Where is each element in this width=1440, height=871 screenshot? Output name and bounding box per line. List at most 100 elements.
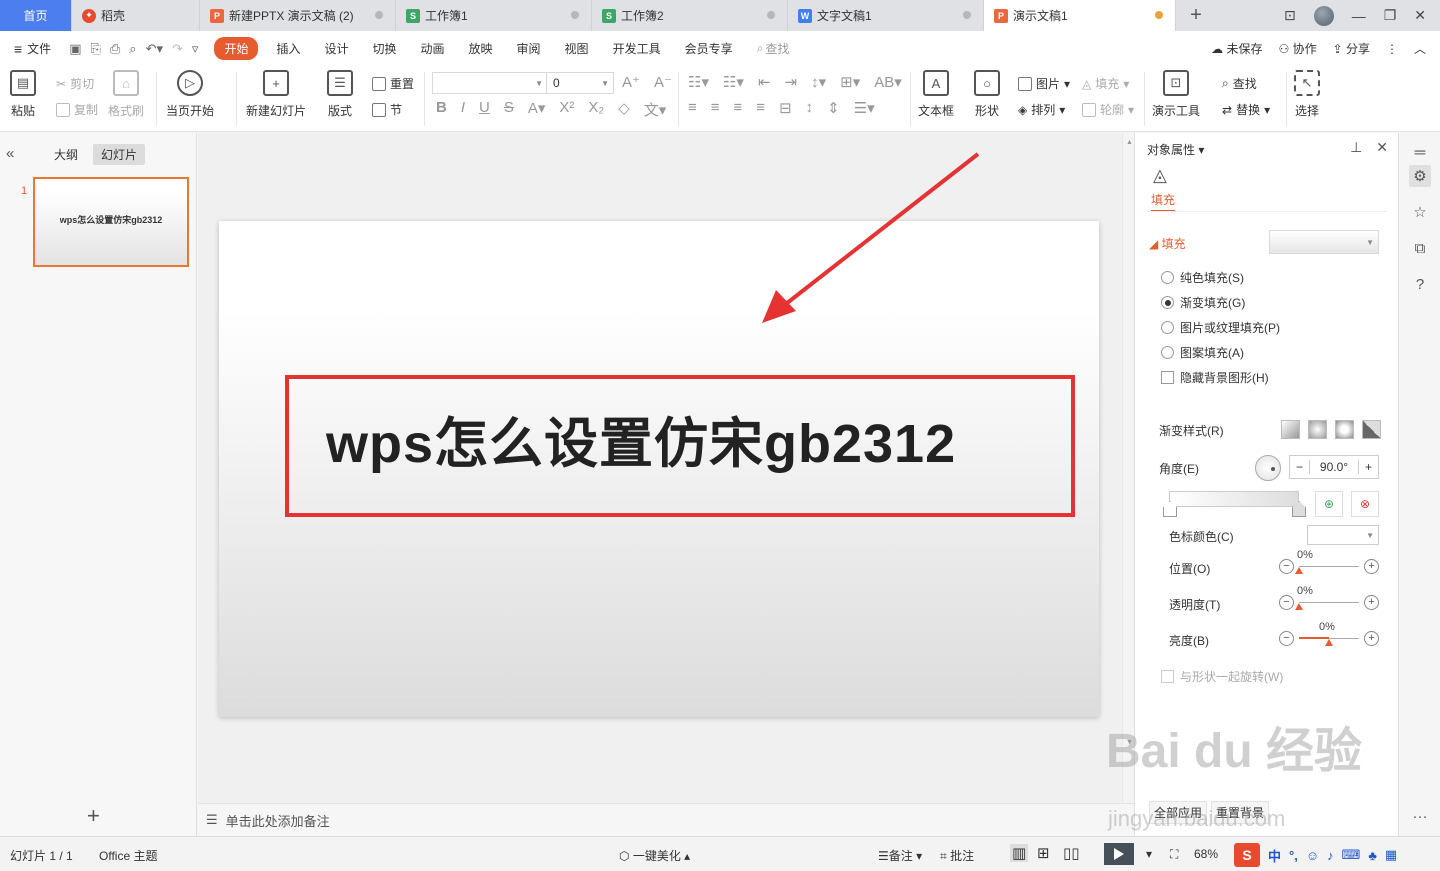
line-spacing-icon[interactable]: ↕ — [806, 99, 814, 117]
menu-review[interactable]: 审阅 — [517, 40, 541, 57]
fit-window-icon[interactable]: ⛶ — [1170, 847, 1178, 862]
radio-pattern-fill[interactable]: 图案填充(A) — [1161, 344, 1244, 361]
arrange-button[interactable]: ◈ 排列 ▾ — [1018, 101, 1065, 118]
tab-slides[interactable]: 幻灯片 — [93, 144, 146, 165]
clear-format-icon[interactable]: ◇ — [618, 99, 630, 120]
menu-member[interactable]: 会员专享 — [685, 40, 733, 57]
menu-start[interactable]: 开始 — [214, 37, 259, 60]
angle-stepper[interactable]: − 90.0° + — [1289, 455, 1379, 479]
phonetic-icon[interactable]: 文▾ — [644, 99, 667, 120]
skin-icon[interactable]: ♣ — [1368, 848, 1377, 863]
beautify-button[interactable]: ⬡ 一键美化 ▴ — [619, 847, 690, 864]
add-slide-button[interactable]: + — [87, 803, 100, 829]
undo-icon[interactable]: ↶▾ — [146, 41, 163, 57]
restore-icon[interactable]: ❐ — [1384, 7, 1397, 24]
collapse-sidebar-icon[interactable]: ═ — [1409, 141, 1431, 163]
outline-button[interactable]: 轮廓 ▾ — [1082, 101, 1134, 118]
more-icon[interactable]: ··· — [1409, 805, 1431, 827]
zoom-level[interactable]: 68% — [1194, 847, 1218, 861]
slide-thumbnail[interactable]: wps怎么设置仿宋gb2312 — [33, 177, 189, 267]
new-tab-button[interactable]: + — [1176, 0, 1216, 31]
plus-icon[interactable]: + — [1364, 595, 1379, 610]
align-text-icon[interactable]: ⊞▾ — [840, 73, 860, 91]
fill-button[interactable]: ◬ 填充 ▾ — [1082, 75, 1129, 92]
remove-stop-button[interactable]: ⊗ — [1351, 491, 1379, 517]
plus-icon[interactable]: + — [1364, 559, 1379, 574]
align-center-icon[interactable]: ≡ — [711, 99, 720, 117]
menu-insert[interactable]: 插入 — [276, 40, 300, 57]
menu-view[interactable]: 视图 — [565, 40, 589, 57]
shape-button[interactable]: ○ 形状 — [974, 66, 1000, 119]
paragraph-spacing-icon[interactable]: ⇕ — [827, 99, 840, 117]
align-right-icon[interactable]: ≡ — [734, 99, 743, 117]
paint-bucket-icon[interactable]: ◬ — [1153, 165, 1167, 186]
canvas-scrollbar[interactable]: ▲ ▼ — [1122, 133, 1134, 803]
normal-view-icon[interactable]: ▥ — [1010, 844, 1029, 862]
close-dot-icon[interactable] — [375, 11, 383, 19]
new-slide-button[interactable]: + 新建幻灯片 — [246, 66, 306, 119]
fill-section-header[interactable]: ◢ 填充 — [1149, 235, 1186, 252]
menu-transition[interactable]: 切换 — [372, 40, 396, 57]
superscript-icon[interactable]: X² — [559, 99, 574, 120]
menu-design[interactable]: 设计 — [324, 40, 348, 57]
picture-button[interactable]: 图片 ▾ — [1018, 75, 1070, 92]
text-direction-icon[interactable]: ↕▾ — [811, 73, 826, 91]
print-icon[interactable]: ⎙ — [110, 41, 120, 57]
transition-icon[interactable]: ⧉ — [1409, 237, 1431, 259]
minimize-icon[interactable]: — — [1352, 8, 1366, 24]
more-icon[interactable]: ⋮ — [1386, 42, 1398, 56]
punctuation-icon[interactable]: °, — [1289, 848, 1298, 863]
microphone-icon[interactable]: ♪ — [1327, 848, 1334, 863]
close-icon[interactable]: ✕ — [1376, 139, 1388, 156]
sorter-view-icon[interactable]: ⊞ — [1037, 844, 1050, 862]
font-size-select[interactable]: 0 ▼ — [546, 72, 614, 94]
minus-icon[interactable]: − — [1290, 460, 1310, 474]
scroll-up-icon[interactable]: ▲ — [1126, 139, 1133, 146]
menu-slideshow[interactable]: 放映 — [469, 40, 493, 57]
emoji-icon[interactable]: ☺ — [1306, 848, 1319, 863]
number-list-icon[interactable]: ☷▾ — [723, 73, 744, 91]
subscript-icon[interactable]: X₂ — [588, 99, 604, 120]
close-icon[interactable]: ✕ — [1414, 7, 1426, 24]
customize-icon[interactable]: ▿ — [192, 41, 199, 57]
textbox-button[interactable]: A 文本框 — [918, 66, 954, 119]
menu-animation[interactable]: 动画 — [421, 40, 445, 57]
ime-mode[interactable]: 中 — [1268, 846, 1281, 865]
gradient-bar[interactable] — [1169, 491, 1299, 507]
print-preview-icon[interactable]: ⌕ — [129, 41, 136, 57]
cut-button[interactable]: ✂ 剪切 — [56, 75, 94, 92]
from-current-button[interactable]: ▷ 当页开始 — [166, 66, 214, 119]
slider-thumb[interactable] — [1295, 567, 1303, 574]
underline-icon[interactable]: U — [479, 99, 490, 120]
rotate-with-shape-checkbox[interactable]: 与形状一起旋转(W) — [1161, 668, 1283, 685]
panel-title[interactable]: 对象属性 ▾ — [1147, 141, 1204, 158]
tab-list-icon[interactable]: ⊡ — [1284, 7, 1296, 24]
spacing-more-icon[interactable]: ☰▾ — [854, 99, 875, 117]
section-button[interactable]: 节 — [372, 101, 402, 118]
strikethrough-icon[interactable]: S — [504, 99, 514, 120]
layout-button[interactable]: ☰ 版式 — [327, 66, 353, 119]
collab-button[interactable]: ⚇ 协作 — [1278, 40, 1316, 57]
theme-name[interactable]: Office 主题 — [99, 847, 157, 864]
angle-value[interactable]: 90.0° — [1310, 460, 1358, 474]
tab-outline[interactable]: 大纲 — [46, 144, 86, 165]
file-menu[interactable]: ≡ 文件 — [14, 40, 51, 57]
plus-icon[interactable]: + — [1358, 460, 1378, 474]
select-button[interactable]: ↖ 选择 — [1294, 66, 1320, 119]
font-color-icon[interactable]: A▾ — [528, 99, 546, 120]
justify-icon[interactable]: ≡ — [756, 99, 765, 117]
notes-bar[interactable]: ☰ 单击此处添加备注 — [198, 803, 1134, 836]
animation-star-icon[interactable]: ☆ — [1409, 201, 1431, 223]
search-command[interactable]: ⌕ 查找 — [757, 40, 790, 57]
unsaved-button[interactable]: ☁ 未保存 — [1211, 40, 1262, 57]
collapse-ribbon-icon[interactable]: ︿ — [1414, 40, 1426, 57]
paste-button[interactable]: ▤ 粘贴 — [10, 66, 36, 119]
tab-presentation-1[interactable]: P 演示文稿1 — [984, 0, 1176, 31]
close-dot-icon[interactable] — [571, 11, 579, 19]
indent-decrease-icon[interactable]: ⇤ — [758, 73, 771, 91]
font-family-select[interactable]: ▼ — [432, 72, 548, 94]
slider-thumb[interactable] — [1295, 603, 1303, 610]
minus-icon[interactable]: − — [1279, 595, 1294, 610]
menu-developer[interactable]: 开发工具 — [613, 40, 661, 57]
ime-grid-icon[interactable]: ▦ — [1385, 847, 1397, 863]
